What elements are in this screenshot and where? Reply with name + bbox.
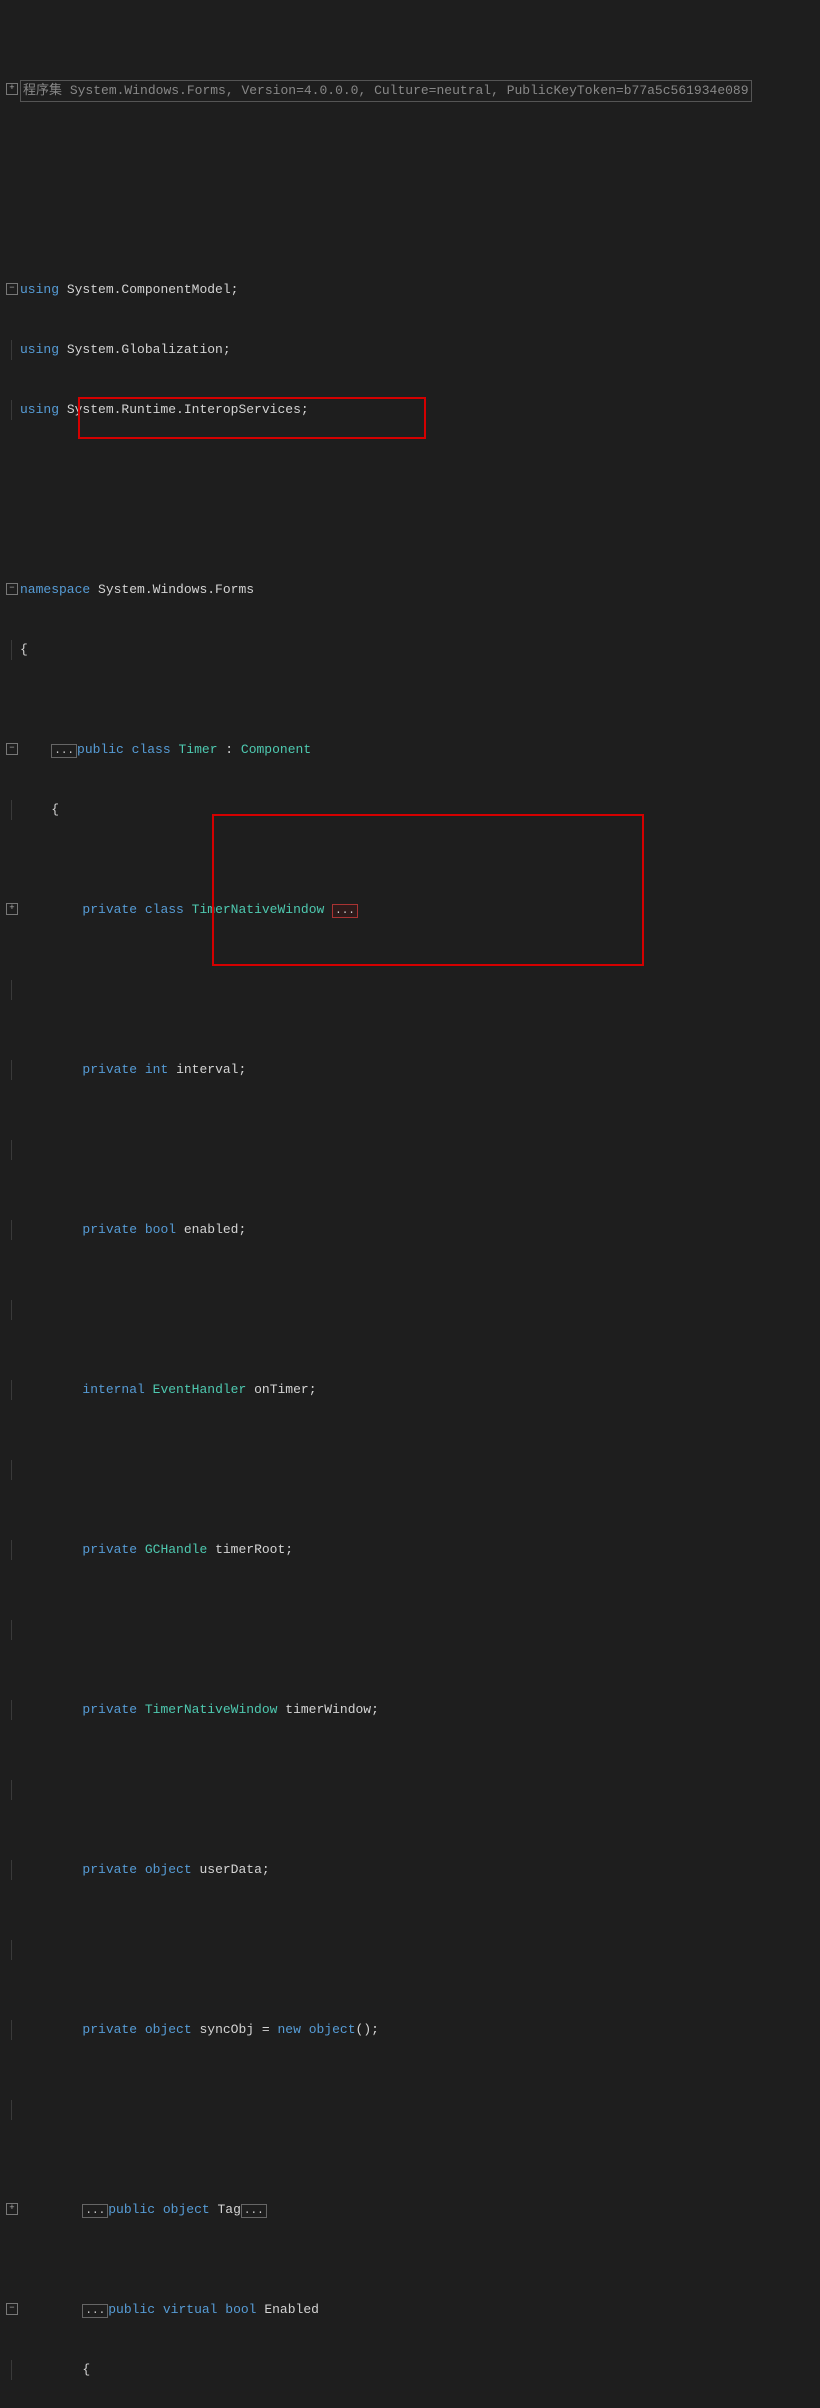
code-line[interactable]: private bool enabled; (6, 1220, 820, 1240)
ellipsis-icon[interactable]: ... (51, 744, 77, 758)
code-area[interactable]: + 程序集 System.Windows.Forms, Version=4.0.… (0, 0, 820, 2408)
code-line[interactable] (6, 1780, 820, 1800)
code-line[interactable]: private TimerNativeWindow timerWindow; (6, 1700, 820, 1720)
code-line[interactable]: using System.Globalization; (6, 340, 820, 360)
code-line[interactable]: using System.Runtime.InteropServices; (6, 400, 820, 420)
fold-minus-icon[interactable]: − (6, 283, 18, 295)
code-line[interactable] (6, 480, 820, 500)
code-line[interactable]: { (6, 800, 820, 820)
ellipsis-icon[interactable]: ... (82, 2204, 108, 2218)
code-line[interactable]: private int interval; (6, 1060, 820, 1080)
code-line[interactable] (6, 2100, 820, 2120)
code-line[interactable] (6, 1300, 820, 1320)
code-line[interactable] (6, 1140, 820, 1160)
code-editor[interactable]: + 程序集 System.Windows.Forms, Version=4.0.… (0, 0, 820, 2408)
code-line[interactable] (6, 1460, 820, 1480)
fold-plus-icon[interactable]: + (6, 2203, 18, 2215)
code-line[interactable]: + 程序集 System.Windows.Forms, Version=4.0.… (6, 80, 820, 100)
code-line[interactable]: internal EventHandler onTimer; (6, 1380, 820, 1400)
fold-minus-icon[interactable]: − (6, 583, 18, 595)
code-line[interactable] (6, 180, 820, 200)
code-line[interactable]: private object userData; (6, 1860, 820, 1880)
ellipsis-icon[interactable]: ... (332, 904, 358, 918)
assembly-info: 程序集 System.Windows.Forms, Version=4.0.0.… (20, 80, 752, 102)
ellipsis-icon[interactable]: ... (82, 2304, 108, 2318)
code-line[interactable]: − ...public virtual bool Enabled (6, 2300, 820, 2320)
code-line[interactable]: − ...public class Timer : Component (6, 740, 820, 760)
fold-plus-icon[interactable]: + (6, 903, 18, 915)
fold-minus-icon[interactable]: − (6, 2303, 18, 2315)
code-line[interactable] (6, 1620, 820, 1640)
code-line[interactable] (6, 1940, 820, 1960)
code-line[interactable]: − namespace System.Windows.Forms (6, 580, 820, 600)
ellipsis-icon[interactable]: ... (241, 2204, 267, 2218)
fold-plus-icon[interactable]: + (6, 83, 18, 95)
code-line[interactable] (6, 980, 820, 1000)
fold-minus-icon[interactable]: − (6, 743, 18, 755)
code-line[interactable]: private object syncObj = new object(); (6, 2020, 820, 2040)
code-line[interactable]: { (6, 2360, 820, 2380)
code-line[interactable]: + ...public object Tag... (6, 2200, 820, 2220)
code-line[interactable]: − using System.ComponentModel; (6, 280, 820, 300)
code-line[interactable]: private GCHandle timerRoot; (6, 1540, 820, 1560)
code-line[interactable]: { (6, 640, 820, 660)
code-line[interactable]: + private class TimerNativeWindow ... (6, 900, 820, 920)
